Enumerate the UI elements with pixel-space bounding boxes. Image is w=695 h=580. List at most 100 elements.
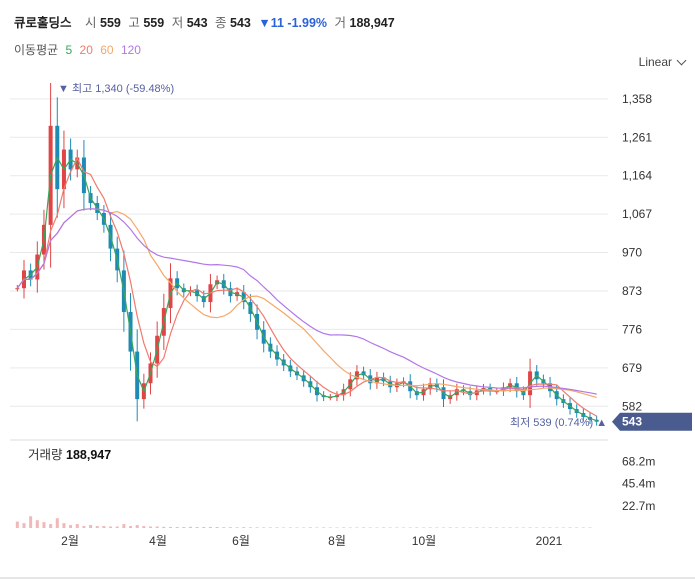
volume-bar — [155, 526, 159, 528]
volume-bar — [15, 521, 19, 528]
volume-bar — [328, 527, 332, 529]
volume-bar — [302, 527, 306, 529]
volume-bar — [142, 526, 146, 528]
price-tick-label: 1,067 — [622, 207, 652, 221]
volume-bar — [395, 527, 399, 529]
price-tick-label: 1,261 — [622, 130, 652, 144]
volume-bar — [555, 527, 559, 529]
volume-bar — [335, 527, 339, 529]
ma-60-line — [16, 208, 597, 399]
volume-bar — [448, 527, 452, 528]
volume-bar — [282, 527, 286, 529]
price-tick-label: 1,164 — [622, 169, 652, 183]
volume-bar — [442, 527, 446, 529]
x-tick-label: 2021 — [536, 534, 563, 548]
volume-bar — [535, 527, 539, 529]
x-tick-label: 6월 — [232, 534, 250, 548]
volume-bar — [521, 527, 525, 529]
volume-bar — [135, 525, 139, 528]
volume-bar — [102, 526, 106, 528]
volume-bar — [435, 527, 439, 529]
volume-bar — [588, 527, 592, 529]
volume-bar — [455, 527, 459, 529]
volume-bar — [348, 527, 352, 529]
volume-bar — [561, 527, 565, 529]
volume-bar — [388, 527, 392, 529]
volume-bar — [182, 527, 186, 528]
volume-bar — [495, 527, 499, 529]
volume-bar — [275, 527, 279, 528]
volume-bar — [215, 527, 219, 528]
volume-bar — [508, 527, 512, 528]
volume-bar — [528, 527, 532, 528]
volume-bar — [222, 527, 226, 528]
volume-bar — [55, 518, 59, 528]
volume-bar — [375, 527, 379, 529]
volume-bar — [75, 524, 79, 528]
volume-bar — [488, 527, 492, 528]
x-tick-label: 2월 — [61, 534, 79, 548]
volume-bar — [461, 527, 465, 529]
volume-bar — [208, 527, 212, 528]
ma-20-line — [16, 156, 597, 417]
volume-bar — [242, 527, 246, 528]
volume-bar — [82, 526, 86, 528]
volume-bar — [428, 527, 432, 528]
volume-bar — [362, 527, 366, 528]
volume-bar — [255, 527, 259, 528]
volume-bar — [322, 527, 326, 528]
candle-body — [15, 288, 20, 290]
volume-bar — [382, 527, 386, 528]
price-tick-label: 1,358 — [622, 92, 652, 106]
volume-panel-value: 188,947 — [66, 448, 112, 462]
volume-bar — [468, 527, 472, 529]
volume-bar — [541, 527, 545, 529]
volume-bar — [342, 527, 346, 528]
volume-bar — [42, 522, 46, 528]
volume-bar — [481, 527, 485, 529]
volume-tick-label: 68.2m — [622, 454, 655, 468]
volume-bar — [95, 526, 99, 528]
volume-bar — [35, 520, 39, 528]
volume-bar — [548, 527, 552, 528]
volume-bar — [29, 516, 33, 528]
volume-tick-label: 45.4m — [622, 477, 655, 491]
volume-bar — [115, 526, 119, 528]
volume-bar — [168, 527, 172, 528]
volume-bar — [49, 524, 53, 528]
low-annotation: 최저 539 (0.74%) ▲ — [510, 416, 607, 429]
volume-bar — [575, 527, 579, 529]
volume-bar — [195, 527, 199, 528]
volume-bar — [175, 527, 179, 528]
price-chart[interactable]: 1,358 1,261 1,164 1,067 970 873 776 679 582 2월 4월 6… — [0, 0, 695, 580]
price-tick-label: 679 — [622, 361, 642, 375]
volume-bar — [62, 523, 66, 528]
volume-bar — [315, 527, 319, 529]
volume-bar — [415, 527, 419, 528]
volume-bar — [202, 527, 206, 528]
price-tick-label: 970 — [622, 246, 642, 260]
x-tick-label: 10월 — [412, 534, 436, 548]
price-tick-label: 582 — [622, 399, 642, 413]
volume-bar — [235, 527, 239, 528]
volume-bar — [89, 525, 93, 528]
volume-bar — [368, 527, 372, 529]
volume-bar — [268, 527, 272, 528]
volume-bar — [581, 527, 585, 529]
volume-bar — [475, 527, 479, 528]
volume-bar — [149, 526, 153, 528]
x-tick-label: 8월 — [328, 534, 346, 548]
volume-bar — [515, 527, 519, 529]
volume-bar — [162, 526, 166, 528]
volume-bar — [422, 527, 426, 529]
high-annotation: ▼ 최고 1,340 (-59.48%) — [58, 82, 174, 95]
volume-bar — [248, 527, 252, 528]
x-tick-label: 4월 — [149, 534, 167, 548]
volume-bar — [288, 527, 292, 528]
ma-120-line — [16, 208, 597, 395]
volume-bar — [69, 525, 73, 528]
volume-bar — [122, 524, 126, 528]
volume-bar — [501, 527, 505, 529]
volume-bar — [129, 526, 133, 528]
volume-bar — [22, 523, 26, 528]
